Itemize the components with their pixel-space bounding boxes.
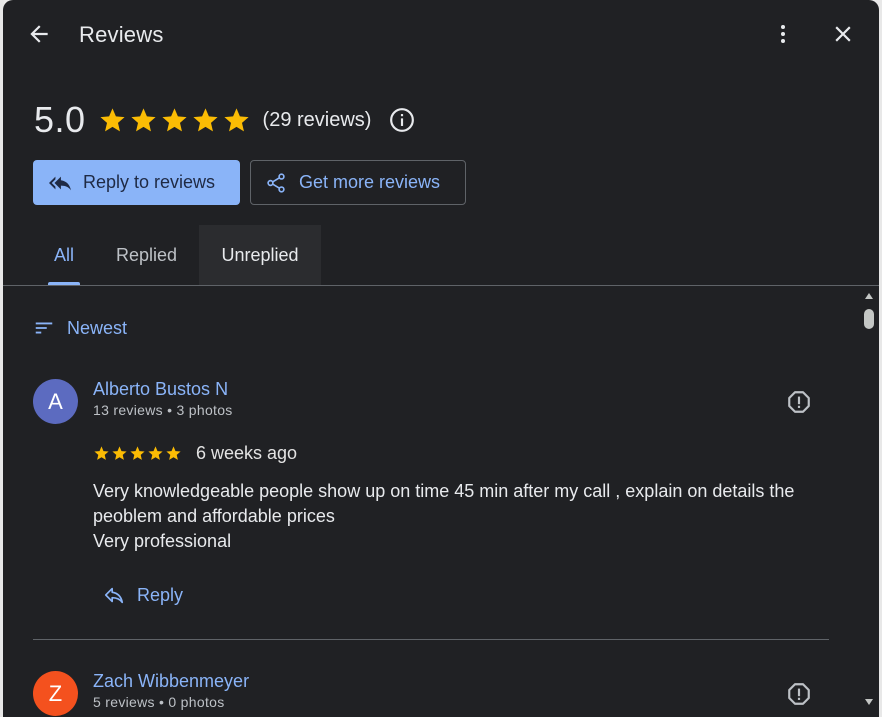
dialog-title: Reviews xyxy=(79,22,164,47)
report-icon xyxy=(788,391,810,413)
star-icon xyxy=(223,107,249,131)
star-icon xyxy=(99,107,125,131)
get-more-reviews-button[interactable]: Get more reviews xyxy=(250,160,466,205)
tab-all-label: All xyxy=(53,244,74,265)
review-text-line: Very knowledgeable people show up on tim… xyxy=(93,481,795,501)
star-icon xyxy=(166,446,181,460)
review-text-line: Very professional xyxy=(93,531,232,551)
report-review-button[interactable] xyxy=(785,680,813,708)
reviewer-name[interactable]: Zach Wibbenmeyer xyxy=(93,671,249,692)
tab-all[interactable]: All xyxy=(33,225,95,285)
scrollbar-thumb[interactable] xyxy=(864,309,874,329)
sort-label: Newest xyxy=(67,317,128,338)
star-icon xyxy=(161,107,187,131)
tab-unreplied[interactable]: Unreplied xyxy=(199,225,321,285)
review-divider xyxy=(33,639,829,640)
reviewer-meta: 5 reviews • 0 photos xyxy=(93,694,225,710)
star-icon xyxy=(148,446,163,460)
close-icon xyxy=(835,26,851,42)
reviews-dialog: Reviews 5.0 (29 reviews) Reply to review… xyxy=(3,0,879,717)
scrollbar[interactable] xyxy=(859,287,879,717)
scroll-up-arrow-icon[interactable] xyxy=(864,291,874,301)
review-filter-tabs: All Replied Unreplied xyxy=(3,225,879,286)
rating-stars xyxy=(98,106,251,135)
reviewer-name[interactable]: Alberto Bustos N xyxy=(93,379,228,400)
reply-button[interactable]: Reply xyxy=(103,584,183,606)
close-button[interactable] xyxy=(825,16,861,52)
get-more-reviews-label: Get more reviews xyxy=(299,172,441,192)
share-icon xyxy=(267,172,285,193)
rating-summary: 5.0 (29 reviews) xyxy=(34,98,415,142)
more-vert-icon xyxy=(781,25,785,43)
reply-to-reviews-button[interactable]: Reply to reviews xyxy=(33,160,240,205)
tab-replied-label: Replied xyxy=(115,244,178,265)
reviews-list: Newest A Alberto Bustos N 13 reviews • 3… xyxy=(3,287,859,717)
reply-to-reviews-label: Reply to reviews xyxy=(83,172,216,192)
reviewer-meta: 13 reviews • 3 photos xyxy=(93,402,233,418)
reply-all-icon xyxy=(49,176,71,190)
review-count: (29 reviews) xyxy=(262,108,372,131)
more-options-button[interactable] xyxy=(765,16,801,52)
info-icon[interactable] xyxy=(389,107,415,133)
tab-replied[interactable]: Replied xyxy=(99,225,194,285)
avatar[interactable]: Z xyxy=(33,671,78,716)
star-icon xyxy=(130,107,156,131)
review-text-line: peoblem and affordable prices xyxy=(93,506,335,526)
reply-label: Reply xyxy=(137,584,184,605)
scroll-down-arrow-icon[interactable] xyxy=(864,697,874,707)
back-button[interactable] xyxy=(21,16,57,52)
arrow-back-icon xyxy=(30,25,48,43)
star-icon xyxy=(112,446,127,460)
review-stars xyxy=(93,445,182,462)
dialog-header: Reviews xyxy=(3,0,879,70)
report-icon xyxy=(788,683,810,705)
report-review-button[interactable] xyxy=(785,388,813,416)
avatar[interactable]: A xyxy=(33,379,78,424)
sort-button[interactable]: Newest xyxy=(33,317,127,339)
tab-active-indicator xyxy=(48,282,80,285)
review-rating: 6 weeks ago xyxy=(93,443,297,464)
tab-unreplied-label: Unreplied xyxy=(221,244,299,265)
review-text: Very knowledgeable people show up on tim… xyxy=(93,479,823,554)
reply-icon xyxy=(104,587,124,604)
review-date: 6 weeks ago xyxy=(196,443,298,463)
action-buttons: Reply to reviews Get more reviews xyxy=(33,160,466,205)
sort-icon xyxy=(35,322,53,334)
star-icon xyxy=(130,446,145,460)
star-icon xyxy=(94,446,109,460)
average-rating: 5.0 xyxy=(34,99,86,140)
star-icon xyxy=(192,107,218,131)
